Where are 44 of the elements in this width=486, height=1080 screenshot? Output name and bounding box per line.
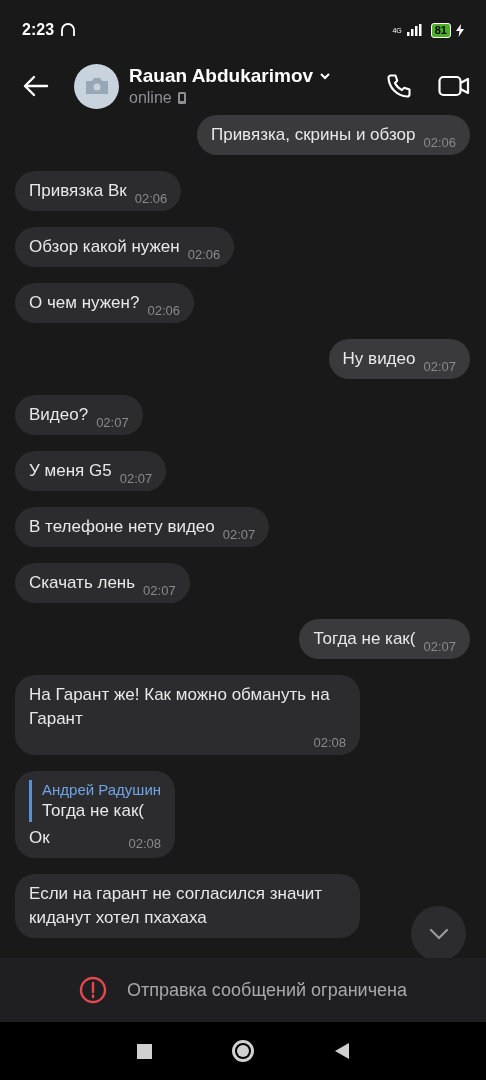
message-text: На Гарант же! Как можно обмануть на Гарант	[29, 684, 331, 730]
message-time: 02:07	[423, 639, 456, 655]
message-time: 02:07	[423, 359, 456, 375]
message-time: 02:07	[96, 415, 129, 431]
message-text: Привязка Вк	[29, 180, 127, 202]
message-time: 02:06	[187, 247, 221, 263]
message-time: 02:08	[128, 836, 162, 852]
reply-author: Андрей Радушин	[42, 780, 162, 800]
message-time: 02:06	[423, 135, 456, 151]
battery-level: 81	[430, 22, 451, 38]
contact-status: online	[129, 88, 172, 108]
message-text: Обзор какой нужен	[29, 236, 180, 258]
charging-icon	[456, 23, 464, 37]
chevron-down-icon	[319, 72, 332, 80]
phone-device-icon	[177, 92, 186, 104]
message-text: Если на гарант не согласился значит киданут хотел пхахаха	[29, 883, 324, 929]
back-nav-button[interactable]	[333, 1042, 350, 1060]
home-button[interactable]	[231, 1040, 254, 1062]
message-text: Ок	[29, 827, 50, 849]
alert-icon	[79, 976, 107, 1004]
notice-text: Отправка сообщений ограничена	[127, 978, 407, 1002]
chevron-down-icon	[428, 927, 449, 940]
message-text: Ну видео	[342, 348, 416, 370]
message-time: 02:06	[134, 191, 168, 207]
signal-icon	[406, 24, 423, 36]
message-text: Привязка, скрины и обзор	[210, 124, 416, 146]
headphones-icon	[60, 22, 77, 38]
message-text: Тогда не как(	[313, 628, 416, 650]
message-time: 02:06	[147, 303, 180, 319]
message-time: 02:07	[222, 527, 256, 543]
message-text: Видео?	[29, 404, 89, 426]
status-time: 2:23	[22, 20, 55, 40]
message-time: 02:07	[143, 583, 176, 599]
message-text: У меня G5	[29, 460, 112, 482]
reply-text: Тогда не как(	[42, 800, 145, 822]
avatar[interactable]	[74, 63, 119, 109]
message-time: 02:08	[313, 735, 346, 751]
recent-apps-button[interactable]	[136, 1043, 152, 1059]
camera-icon	[85, 78, 108, 94]
message-text: В телефоне нету видео	[29, 516, 215, 538]
message-text: Скачать лень	[29, 572, 136, 594]
contact-name[interactable]: Rauan Abdukarimov	[129, 64, 314, 88]
message-text: О чем нужен?	[29, 292, 140, 314]
message-time: 02:07	[119, 471, 153, 487]
